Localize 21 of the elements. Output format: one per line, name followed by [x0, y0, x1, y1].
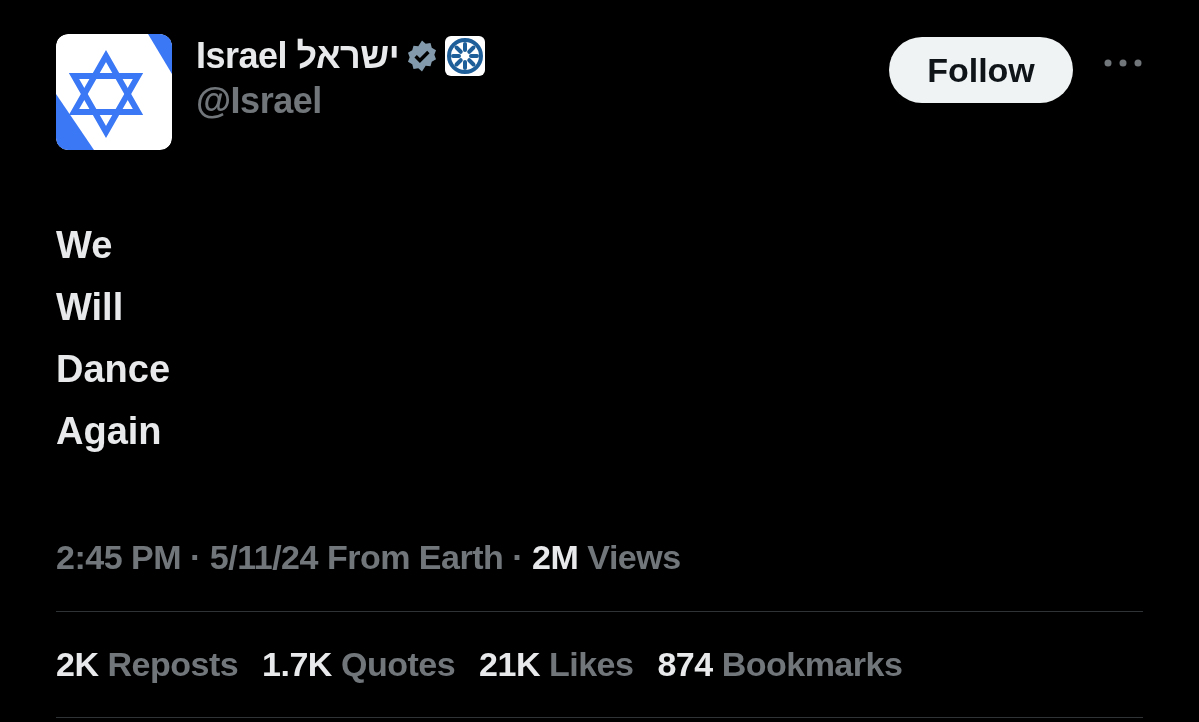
views-count: 2M	[532, 538, 579, 577]
stat-link[interactable]: 2K Reposts	[56, 645, 239, 684]
account-handle[interactable]: @Israel	[196, 80, 889, 122]
post-text-line: Will	[56, 285, 124, 330]
stat-link[interactable]: 1.7K Quotes	[262, 645, 456, 684]
account-name: Israel ישראל	[196, 35, 400, 77]
post-text-line: We	[56, 223, 113, 268]
post-date: 5/11/24	[209, 538, 318, 577]
post-text-line: Dance	[56, 347, 171, 392]
follow-button[interactable]: Follow	[889, 37, 1073, 103]
affiliate-badge-icon[interactable]	[445, 36, 486, 76]
views-label: Views	[587, 538, 681, 577]
separator-dot: ·	[190, 538, 201, 577]
stat-link[interactable]: 874 Bookmarks	[657, 645, 903, 684]
post-source: From Earth	[326, 538, 504, 577]
post-time: 2:45 PM	[56, 538, 181, 577]
post-text-line: Again	[56, 409, 162, 454]
separator-dot: ·	[512, 538, 524, 577]
avatar-flag-icon[interactable]	[56, 34, 172, 150]
more-icon[interactable]	[1103, 58, 1143, 68]
stat-link[interactable]: 21K Likes	[479, 645, 634, 684]
